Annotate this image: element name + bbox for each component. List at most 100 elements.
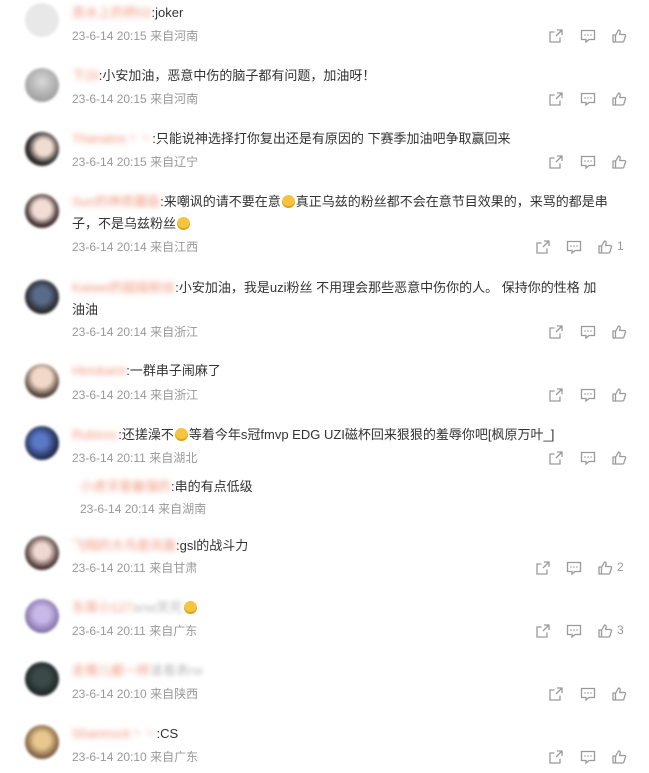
location: 来自陕西 [150, 687, 199, 701]
username[interactable]: 恶水上的桥02 [72, 5, 151, 20]
share-button[interactable] [548, 386, 570, 404]
comment-actions [548, 323, 628, 341]
username[interactable]: 东翠小127 [72, 600, 133, 615]
username[interactable]: Kaiwei的超级粉丝 [72, 280, 175, 295]
like-button[interactable] [611, 27, 633, 45]
avatar[interactable] [25, 426, 59, 460]
comment-text: 东翠小127anw笑死 [72, 597, 198, 619]
timestamp: 23-6-14 20:10 [72, 687, 147, 701]
like-button[interactable] [611, 323, 633, 341]
avatar[interactable] [25, 725, 59, 759]
share-button[interactable] [548, 153, 570, 171]
username[interactable]: 走哪儿都一样 [72, 663, 150, 678]
like-icon [612, 155, 627, 169]
timestamp: 23-6-14 20:15 [72, 92, 147, 106]
comment-text: 飞翔的大鸟是凤凰:gsl的战斗力 [72, 538, 249, 553]
comment-item: Thanatos丶丶:只能说神选择打你复出还是有原因的 下赛季加油吧争取赢回来 … [0, 122, 649, 180]
comment-text: Rubixxc:还搓澡不 等着今年s冠fmvp EDG UZI磁杯回来狠狠的羞辱你… [72, 427, 555, 442]
avatar[interactable] [25, 68, 59, 102]
comment-button[interactable] [580, 748, 602, 766]
avatar[interactable] [25, 3, 59, 37]
avatar[interactable] [25, 364, 59, 398]
location: 来自江西 [150, 240, 199, 254]
like-button[interactable] [611, 449, 633, 467]
share-button[interactable] [548, 685, 570, 703]
comment-button[interactable] [566, 559, 588, 577]
comment-button[interactable] [580, 386, 602, 404]
username[interactable]: Rubixxc [72, 427, 118, 442]
share-button[interactable] [548, 27, 570, 45]
share-button[interactable] [548, 449, 570, 467]
comment-text: Kaiwei的超级粉丝:小安加油，我是uzi粉丝 不用理会那些恶意中伤你的人。 … [72, 280, 597, 317]
comment-item: Sun的神奇蘑菇:来嘲讽的请不要在意 真正乌兹的粉丝都不会在意节目效果的，来骂的都… [0, 186, 649, 266]
like-button[interactable] [611, 386, 633, 404]
username[interactable]: Thanatos丶丶 [72, 131, 152, 146]
username[interactable]: Hinokami [72, 363, 126, 378]
comment-item: 东翠小127anw笑死 23-6-14 20:11 来自广东 3 [0, 593, 649, 651]
comment-button[interactable] [580, 323, 602, 341]
username[interactable]: 下Zil [72, 68, 99, 83]
comment-text: Hinokami:一群串子闹麻了 [72, 363, 221, 378]
comment-text: 下Zil:小安加油，恶意中伤的脑子都有问题，加油呀！ [72, 68, 376, 83]
like-button[interactable] [611, 153, 633, 171]
comment-item: Hinokami:一群串子闹麻了 23-6-14 20:14 来自浙江 [0, 358, 649, 416]
comment-item: Kaiwei的超级粉丝:小安加油，我是uzi粉丝 不用理会那些恶意中伤你的人。 … [0, 272, 649, 352]
timestamp: 23-6-14 20:14 [80, 502, 155, 516]
comment-item: 下Zil:小安加油，恶意中伤的脑子都有问题，加油呀！ 23-6-14 20:15… [0, 60, 649, 118]
avatar[interactable] [25, 280, 59, 314]
avatar[interactable] [25, 536, 59, 570]
comment-text: 恶水上的桥02:joker [72, 5, 184, 20]
share-button[interactable] [535, 559, 557, 577]
timestamp: 23-6-14 20:15 [72, 155, 147, 169]
timestamp: 23-6-14 20:11 [72, 624, 146, 638]
avatar[interactable] [25, 132, 59, 166]
avatar[interactable] [25, 194, 59, 228]
comment-button[interactable] [566, 622, 588, 640]
username[interactable]: Sun的神奇蘑菇 [72, 194, 160, 209]
comment-text: 走哪儿都一样谁看表rw [72, 663, 203, 678]
like-icon [598, 240, 613, 254]
like-button[interactable]: 3 [597, 622, 637, 640]
comment-actions [548, 27, 628, 45]
like-button[interactable] [611, 685, 633, 703]
like-button[interactable] [611, 90, 633, 108]
share-icon [549, 325, 563, 339]
timestamp: 23-6-14 20:14 [72, 240, 147, 254]
comment-icon [580, 687, 596, 702]
like-button[interactable] [611, 748, 633, 766]
share-button[interactable] [548, 323, 570, 341]
username[interactable]: Shamrock丶丶 [72, 726, 157, 741]
timestamp: 23-6-14 20:11 [72, 451, 146, 465]
comment-button[interactable] [580, 90, 602, 108]
comment-text: Thanatos丶丶:只能说神选择打你复出还是有原因的 下赛季加油吧争取赢回来 [72, 131, 511, 146]
comment-icon [580, 388, 596, 403]
username[interactable]: 飞翔的大鸟是凤凰 [72, 538, 176, 553]
reply-text: 小虎牙是最强的:串的有点低级 [80, 479, 253, 494]
share-button[interactable] [548, 748, 570, 766]
share-button[interactable] [535, 622, 557, 640]
like-button[interactable]: 1 [597, 238, 637, 256]
like-count: 1 [617, 239, 624, 253]
like-icon [612, 388, 627, 402]
avatar[interactable] [25, 599, 59, 633]
reply-meta: 23-6-14 20:14 来自湖南 [80, 501, 206, 517]
like-icon [612, 29, 627, 43]
comment-meta: 23-6-14 20:10 来自陕西 [72, 686, 198, 702]
comment-actions [548, 748, 628, 766]
share-button[interactable] [548, 90, 570, 108]
username[interactable]: 小虎牙是最强的 [80, 479, 171, 494]
like-icon [612, 750, 627, 764]
share-button[interactable] [535, 238, 557, 256]
comment-button[interactable] [566, 238, 588, 256]
avatar[interactable] [25, 662, 59, 696]
comment-button[interactable] [580, 449, 602, 467]
comment-button[interactable] [580, 27, 602, 45]
comment-icon [580, 92, 596, 107]
comment-button[interactable] [580, 685, 602, 703]
share-icon [536, 624, 550, 638]
comment-button[interactable] [580, 153, 602, 171]
location: 来自广东 [149, 624, 198, 638]
like-button[interactable]: 2 [597, 559, 637, 577]
comment-icon [566, 240, 582, 255]
share-icon [549, 687, 563, 701]
